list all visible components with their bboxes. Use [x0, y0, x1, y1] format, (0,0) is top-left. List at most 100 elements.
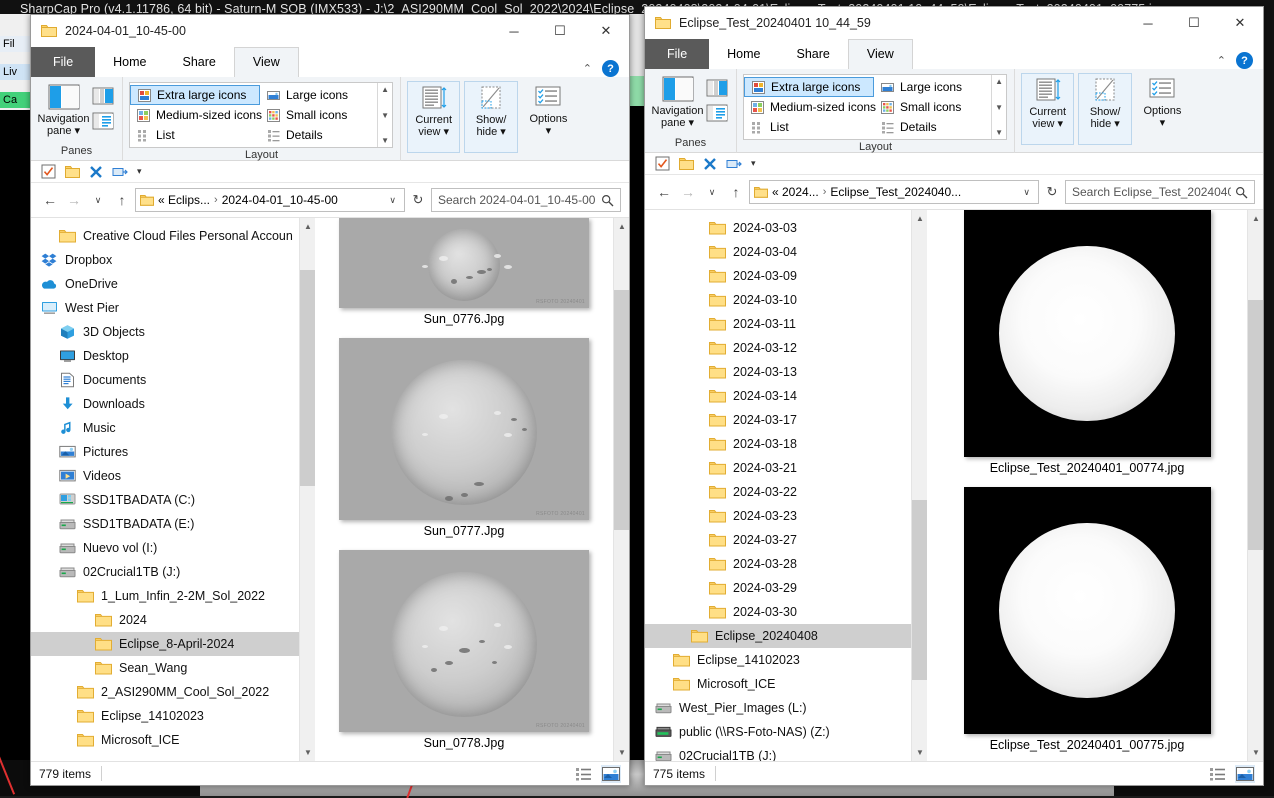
refresh-icon[interactable]: ↻ [1041, 180, 1063, 204]
details-view-icon[interactable] [1208, 765, 1228, 783]
file-thumbnail[interactable] [963, 210, 1211, 457]
scroll-down-icon[interactable]: ▼ [1248, 744, 1263, 761]
ribbon[interactable]: Navigation pane ▾ Panes Extra large icon… [645, 69, 1263, 153]
file-thumbnail[interactable] [963, 487, 1211, 734]
address-bar[interactable]: ← → ∨ ↑ « 2024... › Eclipse_Test_2024040… [645, 175, 1263, 209]
delete-icon[interactable] [89, 165, 103, 179]
options-button[interactable]: Options ▾ [1136, 73, 1189, 145]
nav-item[interactable]: public (\\RS-Foto-NAS) (Z:) [645, 720, 911, 744]
recent-locations-button[interactable]: ∨ [87, 188, 109, 212]
help-icon[interactable]: ? [1236, 52, 1253, 69]
back-button[interactable]: ← [39, 188, 61, 212]
scroll-up-icon[interactable]: ▲ [300, 218, 316, 235]
file-item[interactable]: RSFOTO 20240401 Sun_0776.Jpg [339, 218, 589, 336]
layout-large-icons[interactable]: Large icons [874, 77, 991, 97]
nav-item[interactable]: 2024-03-22 [645, 480, 911, 504]
scroll-down-icon[interactable]: ▼ [912, 744, 928, 761]
nav-item[interactable]: 02Crucial1TB (J:) [645, 744, 911, 761]
up-button[interactable]: ↑ [725, 180, 747, 204]
layout-small-icons[interactable]: Small icons [260, 105, 377, 125]
navigation-tree[interactable]: 2024-03-03 2024-03-04 2024-03-09 2024-03-10… [645, 210, 911, 761]
tab-file[interactable]: File [31, 47, 96, 77]
background-tab-camera[interactable]: Ca [0, 92, 34, 108]
nav-item[interactable]: Nuevo vol (I:) [31, 536, 299, 560]
navigation-tree[interactable]: Creative Cloud Files Personal Account rs… [31, 218, 299, 752]
nav-item[interactable]: 2024-03-04 [645, 240, 911, 264]
nav-item[interactable]: Downloads [31, 392, 299, 416]
forward-button[interactable]: → [677, 180, 699, 204]
layout-list[interactable]: List [130, 125, 260, 145]
gallery-expand-icon[interactable]: ▼ [381, 136, 389, 145]
layout-details[interactable]: Details [874, 117, 991, 137]
breadcrumb-2[interactable]: 2024-04-01_10-45-00 [222, 193, 338, 207]
nav-item[interactable]: 2024-03-17 [645, 408, 911, 432]
chevron-up-icon[interactable]: ⌃ [583, 62, 592, 75]
layout-extra-large-icons[interactable]: Extra large icons [744, 77, 874, 97]
layout-gallery[interactable]: Extra large icons Medium-sized icons Lis… [743, 74, 1007, 140]
tab-share[interactable]: Share [779, 39, 848, 69]
layout-large-icons[interactable]: Large icons [260, 85, 377, 105]
navigation-pane-button[interactable]: Navigation pane ▾ [651, 73, 704, 129]
file-name[interactable]: Sun_0778.Jpg [424, 736, 505, 750]
scrollbar-thumb[interactable] [614, 290, 629, 530]
nav-item[interactable]: 2024-03-10 [645, 288, 911, 312]
layout-gallery-scroll[interactable]: ▲ ▼ ▼ [991, 75, 1006, 139]
file-item[interactable]: RSFOTO 20240401 Sun_0777.Jpg [339, 338, 589, 548]
details-view-icon[interactable] [574, 765, 594, 783]
show-hide-button[interactable]: Show/ hide ▾ [464, 81, 518, 153]
scroll-down-icon[interactable]: ▼ [614, 744, 629, 761]
nav-item[interactable]: SSD1TBADATA (E:) [31, 512, 299, 536]
layout-details[interactable]: Details [260, 125, 377, 145]
nav-item[interactable]: 2024-03-27 [645, 528, 911, 552]
search-input[interactable]: Search Eclipse_Test_20240401 ... [1065, 180, 1255, 204]
explorer-window-right[interactable]: Eclipse_Test_20240401 10_44_59 ─ ☐ ✕ Fil… [644, 6, 1264, 786]
breadcrumb-2[interactable]: Eclipse_Test_2024040... [830, 185, 961, 199]
file-thumbnail[interactable]: RSFOTO 20240401 [339, 218, 589, 308]
scrollbar-thumb[interactable] [1248, 300, 1263, 550]
maximize-button[interactable]: ☐ [1171, 7, 1217, 39]
large-icons-view-icon[interactable] [601, 764, 621, 783]
tab-file[interactable]: File [645, 39, 710, 69]
address-bar[interactable]: ← → ∨ ↑ « Eclips... › 2024-04-01_10-45-0… [31, 183, 629, 217]
maximize-button[interactable]: ☐ [537, 15, 583, 47]
nav-item[interactable]: Eclipse_20240408 [645, 624, 911, 648]
back-button[interactable]: ← [653, 180, 675, 204]
file-list-pane[interactable]: RSFOTO 20240401 Sun_0776.Jpg RSFOTO 202404… [315, 218, 613, 761]
delete-icon[interactable] [703, 157, 717, 171]
layout-medium-icons[interactable]: Medium-sized icons [744, 97, 876, 117]
file-list-pane[interactable]: Eclipse_Test_20240401_00774.jpg Eclipse_T… [927, 210, 1247, 761]
nav-item[interactable]: Videos [31, 464, 299, 488]
file-item[interactable]: RSFOTO 20240401 Sun_0778.Jpg [339, 550, 589, 760]
quick-access-toolbar[interactable]: ▾ [31, 161, 629, 183]
breadcrumb-1[interactable]: « 2024... [772, 185, 819, 199]
nav-item[interactable]: 2024-03-21 [645, 456, 911, 480]
gallery-scroll-up-icon[interactable]: ▲ [381, 85, 389, 94]
customize-caret-icon[interactable]: ▾ [751, 158, 756, 169]
forward-button[interactable]: → [63, 188, 85, 212]
checkbox-icon[interactable] [655, 156, 670, 171]
navigation-pane-button[interactable]: Navigation pane ▾ [37, 81, 90, 137]
file-item[interactable]: Eclipse_Test_20240401_00775.jpg [963, 487, 1211, 761]
nav-item[interactable]: Microsoft_ICE [645, 672, 911, 696]
nav-item[interactable]: 2024-03-30 [645, 600, 911, 624]
nav-item[interactable]: 2024-03-13 [645, 360, 911, 384]
nav-item[interactable]: Eclipse_8-April-2024 [31, 632, 299, 656]
ribbon-tabs[interactable]: File Home Share View ⌃ ? [645, 39, 1263, 69]
ribbon-tabs[interactable]: File Home Share View ⌃ ? [31, 47, 629, 77]
gallery-scroll-up-icon[interactable]: ▲ [995, 77, 1003, 86]
nav-item[interactable]: 2024-03-09 [645, 264, 911, 288]
tab-view[interactable]: View [847, 39, 913, 69]
nav-item[interactable]: West_Pier_Images (L:) [645, 696, 911, 720]
show-hide-button[interactable]: Show/ hide ▾ [1078, 73, 1132, 145]
breadcrumb-1[interactable]: « Eclips... [158, 193, 210, 207]
gallery-expand-icon[interactable]: ▼ [995, 128, 1003, 137]
nav-item[interactable]: 2024-03-14 [645, 384, 911, 408]
scrollbar-thumb[interactable] [300, 270, 316, 486]
recent-locations-button[interactable]: ∨ [701, 180, 723, 204]
search-icon[interactable] [601, 194, 614, 207]
current-view-button[interactable]: Current view ▾ [1021, 73, 1075, 145]
navigation-pane[interactable]: Creative Cloud Files Personal Account rs… [31, 218, 299, 761]
navigation-scrollbar[interactable]: ▲ ▼ [299, 218, 316, 761]
nav-item[interactable]: 2024 [31, 608, 299, 632]
nav-item[interactable]: 2024-03-11 [645, 312, 911, 336]
